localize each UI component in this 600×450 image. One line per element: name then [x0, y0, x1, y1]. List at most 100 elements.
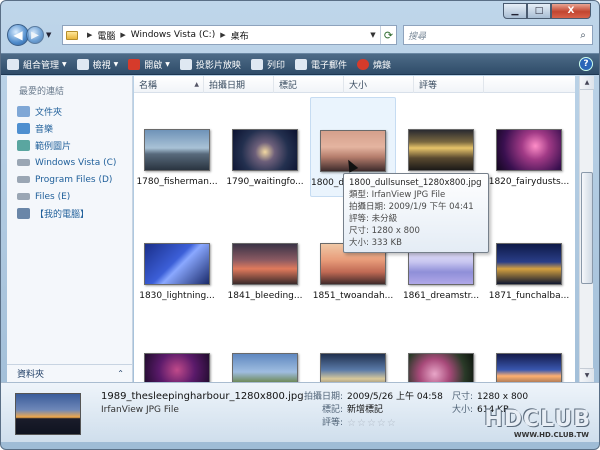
thumbnail-item[interactable]: 1820_fairydusts... [486, 97, 572, 197]
thumbnail-item[interactable] [486, 321, 572, 395]
thumbnail-image [496, 243, 562, 285]
thumbnail-item[interactable]: 1830_lightning... [134, 211, 220, 311]
pictures-icon [17, 140, 30, 151]
slideshow-icon [179, 58, 192, 70]
column-label: 評等 [419, 81, 438, 91]
rating-stars[interactable]: ☆ ☆ ☆ ☆ ☆ [347, 417, 457, 430]
forward-button[interactable]: ▶ [26, 26, 44, 44]
nav-item-sample-pictures[interactable]: 範例圖片 [7, 137, 132, 154]
music-icon [17, 123, 30, 134]
tags-value[interactable]: 新增標記 [347, 404, 457, 417]
search-input[interactable]: 搜尋 ⌕ [403, 25, 593, 45]
scroll-down-icon[interactable]: ▼ [580, 368, 594, 382]
column-label: 名稱 [139, 81, 158, 91]
nav-item-drive-e[interactable]: Files (E) [7, 188, 132, 205]
thumbnail-item[interactable]: 1790_waitingfo... [222, 97, 308, 197]
thumbnail-item[interactable]: 1841_bleeding... [222, 211, 308, 311]
recent-pages-dropdown[interactable]: ▼ [46, 31, 56, 39]
toolbar-email[interactable]: 電子郵件 [294, 58, 347, 71]
minimize-button[interactable]: ▁ [503, 3, 527, 19]
nav-item-documents[interactable]: 文件夾 [7, 103, 132, 120]
toolbar-label: 燒錄 [372, 60, 391, 71]
nav-item-label: 範例圖片 [35, 142, 72, 152]
thumbnail-item[interactable] [398, 321, 484, 395]
nav-item-my-computer[interactable]: 【我的電腦】 [7, 205, 132, 222]
column-label: 大小 [349, 81, 368, 91]
breadcrumb-wallpaper[interactable]: 桌布 [231, 29, 249, 42]
tooltip-line: 拍攝日期: 2009/1/9 下午 04:41 [349, 202, 474, 212]
watermark-logo: HDCLUB [484, 407, 591, 432]
crumb-separator-icon[interactable]: ▶ [220, 31, 225, 39]
column-headers: 名稱 ▲ 拍攝日期 標記 大小 評等 [134, 76, 575, 93]
breadcrumb-drive[interactable]: Windows Vista (C:) [131, 30, 215, 40]
star-icon[interactable]: ☆ [387, 417, 396, 430]
scroll-up-icon[interactable]: ▲ [580, 76, 594, 90]
back-arrow-icon: ◀ [13, 28, 23, 42]
thumbnail-item[interactable]: 1871_funchalba... [486, 211, 572, 311]
column-size[interactable]: 大小 [344, 76, 414, 93]
vertical-scrollbar[interactable]: ▲ ▼ [579, 76, 594, 382]
drive-icon [17, 193, 30, 200]
toolbar-label: 組合管理 [23, 60, 60, 71]
address-end: ▼ ⟳ [366, 26, 396, 44]
address-dropdown-icon[interactable]: ▼ [366, 31, 380, 39]
search-placeholder: 搜尋 [408, 31, 427, 42]
tooltip-line: 評等: 未分級 [349, 214, 398, 224]
dropdown-arrow-icon: ▼ [165, 60, 170, 68]
nav-item-drive-c[interactable]: Windows Vista (C) [7, 154, 132, 171]
toolbar-organize[interactable]: 組合管理 ▼ [7, 58, 67, 71]
sort-arrow-icon: ▲ [194, 81, 199, 88]
breadcrumb-computer[interactable]: 電腦 [97, 29, 115, 42]
star-icon[interactable]: ☆ [347, 417, 356, 430]
column-rating[interactable]: 評等 [414, 76, 484, 93]
nav-item-music[interactable]: 音樂 [7, 120, 132, 137]
close-button[interactable]: X [551, 3, 591, 19]
details-filetype: IrfanView JPG File [101, 405, 179, 415]
thumbnail-caption: 1790_waitingfo... [226, 177, 304, 187]
star-icon[interactable]: ☆ [357, 417, 366, 430]
rating-label: 評等: [321, 418, 343, 428]
nav-item-drive-d[interactable]: Program Files (D) [7, 171, 132, 188]
toolbar-print[interactable]: 列印 [250, 58, 285, 71]
thumbnail-image [496, 129, 562, 171]
address-row: ◀ ▶ ▼ ▶ 電腦 ▶ Windows Vista (C:) ▶ 桌布 ▼ ⟳… [7, 23, 593, 47]
star-icon[interactable]: ☆ [377, 417, 386, 430]
thumbnail-caption: 1820_fairydusts... [488, 177, 570, 187]
toolbar-views[interactable]: 檢視 ▼ [76, 58, 118, 71]
scroll-thumb[interactable] [581, 172, 593, 284]
column-tags[interactable]: 標記 [274, 76, 344, 93]
refresh-icon[interactable]: ⟳ [380, 26, 396, 44]
toolbar-label: 檢視 [92, 60, 111, 71]
toolbar-slideshow[interactable]: 投影片放映 [179, 58, 241, 71]
help-icon[interactable]: ? [579, 57, 593, 71]
thumbnail-image [232, 129, 298, 171]
date-value[interactable]: 2009/5/26 上午 04:58 [347, 391, 457, 404]
star-icon[interactable]: ☆ [367, 417, 376, 430]
thumbnail-image [232, 243, 298, 285]
toolbar-label: 開啟 [144, 60, 163, 71]
thumbnail-item[interactable] [134, 321, 220, 395]
computer-icon [17, 208, 30, 219]
drive-icon [17, 176, 30, 183]
crumb-separator-icon[interactable]: ▶ [120, 31, 125, 39]
toolbar-burn[interactable]: 燒錄 [356, 58, 391, 71]
toolbar-label: 列印 [266, 60, 285, 71]
details-row: 標記: 新增標記 [293, 404, 457, 417]
search-icon[interactable]: ⌕ [574, 26, 592, 44]
toolbar-label: 電子郵件 [310, 60, 347, 71]
folders-toggle[interactable]: 資料夾 ⌃ [7, 364, 132, 382]
command-bar: 組合管理 ▼ 檢視 ▼ 開啟 ▼ 投影片放映 列印 電子郵件 燒錄 ? [1, 53, 599, 75]
toolbar-open[interactable]: 開啟 ▼ [128, 58, 170, 71]
column-name[interactable]: 名稱 ▲ [134, 76, 204, 93]
thumbnail-item[interactable] [222, 321, 308, 395]
column-date-taken[interactable]: 拍攝日期 [204, 76, 274, 93]
maximize-button[interactable]: □ [527, 3, 551, 19]
thumbnail-image [144, 129, 210, 171]
burn-icon [356, 58, 369, 70]
thumbnail-caption: 1841_bleeding... [227, 291, 303, 301]
tooltip-line: 大小: 333 KB [349, 238, 402, 248]
crumb-separator-icon[interactable]: ▶ [87, 31, 92, 39]
thumbnail-item[interactable]: 1780_fisherman... [134, 97, 220, 197]
thumbnail-item[interactable] [310, 321, 396, 395]
address-bar[interactable]: ▶ 電腦 ▶ Windows Vista (C:) ▶ 桌布 ▼ ⟳ [62, 25, 397, 45]
